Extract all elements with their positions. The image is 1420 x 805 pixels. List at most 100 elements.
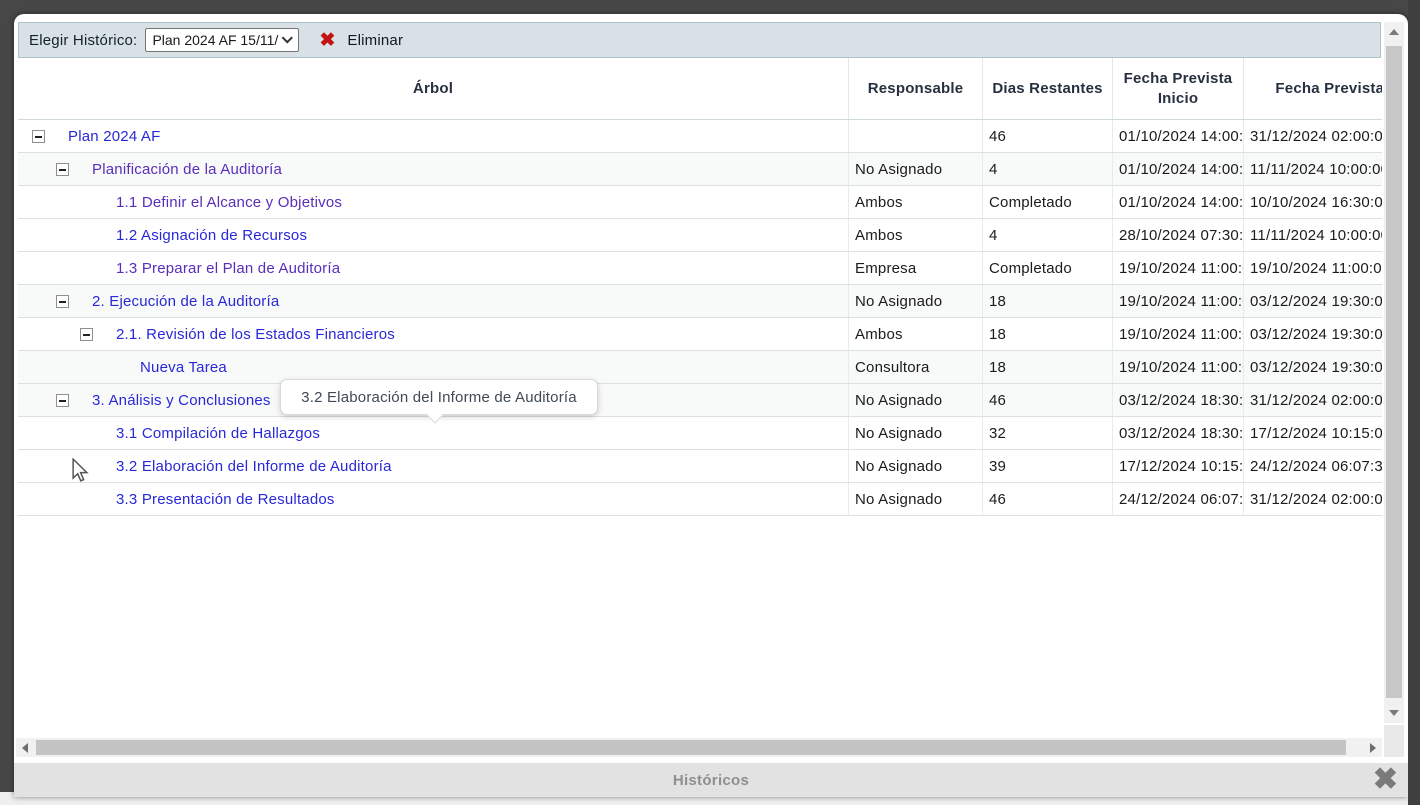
table-row: 1.3 Preparar el Plan de Auditoría Empresa… [18,252,1382,285]
fecha-inicio-cell: 19/10/2024 11:00:00 [1112,318,1243,350]
horizontal-scrollbar-thumb[interactable] [36,740,1346,755]
tooltip-text: 3.2 Elaboración del Informe de Auditoría [301,389,577,406]
tree-node-link[interactable]: Planificación de la Auditoría [92,161,282,178]
chevron-down-icon [282,32,293,43]
column-header-responsable: Responsable [848,58,982,119]
vertical-scrollbar-thumb[interactable] [1386,46,1402,698]
dialog-title: Históricos [673,772,749,789]
delete-x-icon[interactable]: ✖ [319,31,335,50]
table-row: 3.1 Compilación de Hallazgos No Asignado3… [18,417,1382,450]
historico-select[interactable]: Plan 2024 AF 15/11/ [145,28,299,52]
dias-restantes-cell: 46 [982,120,1112,152]
dias-restantes-cell: Completado [982,186,1112,218]
dias-restantes-cell: 18 [982,318,1112,350]
arrow-down-icon [1389,710,1399,716]
responsable-cell: Consultora [848,351,982,383]
fecha-inicio-cell: 19/10/2024 11:00:00 [1112,252,1243,284]
table-body: Plan 2024 AF4601/10/2024 14:00:0031/12/2… [18,120,1382,516]
scroll-up-button[interactable] [1384,22,1404,42]
tree-node-link[interactable]: 3. Análisis y Conclusiones [92,392,271,409]
tree-node-link[interactable]: 2.1. Revisión de los Estados Financieros [116,326,395,343]
table-row: 3.2 Elaboración del Informe de Auditoría… [18,450,1382,483]
tree-cell: 1.1 Definir el Alcance y Objetivos [18,186,848,218]
arrow-left-icon [22,743,28,753]
dias-restantes-cell: 4 [982,219,1112,251]
fecha-fin-cell: 03/12/2024 19:30:00 [1243,351,1382,383]
table-row: 1.2 Asignación de RecursosAmbos428/10/20… [18,219,1382,252]
dias-restantes-cell: 18 [982,285,1112,317]
fecha-inicio-cell: 03/12/2024 18:30:00 [1112,384,1243,416]
fecha-fin-cell: 03/12/2024 19:30:00 [1243,285,1382,317]
responsable-cell: No Asignado [848,285,982,317]
scroll-down-button[interactable] [1384,703,1404,723]
fecha-fin-cell: 10/10/2024 16:30:00 [1243,186,1382,218]
tree-cell: Plan 2024 AF [18,120,848,152]
responsable-cell: No Asignado [848,417,982,449]
responsable-cell: Empresa [848,252,982,284]
responsable-cell: No Asignado [848,450,982,482]
arrow-right-icon [1370,743,1376,753]
dias-restantes-cell: 32 [982,417,1112,449]
table-row: 2.1. Revisión de los Estados Financieros… [18,318,1382,351]
horizontal-scrollbar[interactable] [16,738,1382,757]
responsable-cell: No Asignado [848,153,982,185]
tree-node-link[interactable]: 3.3 Presentación de Resultados [116,491,335,508]
fecha-inicio-cell: 19/10/2024 11:00:00 [1112,285,1243,317]
fecha-inicio-cell: 01/10/2024 14:00:00 [1112,186,1243,218]
elegir-historico-label: Elegir Histórico: [29,32,137,49]
responsable-cell [848,120,982,152]
modal-backdrop: Elegir Histórico: Plan 2024 AF 15/11/ ✖ … [0,0,1420,805]
scrollbar-corner [1384,725,1404,757]
table-row: 1.1 Definir el Alcance y Objetivos AmbosC… [18,186,1382,219]
dias-restantes-cell: 4 [982,153,1112,185]
collapse-minus-icon[interactable] [56,394,69,407]
tree-node-link[interactable]: 1.2 Asignación de Recursos [116,227,307,244]
close-icon[interactable]: ✖ [1373,762,1398,797]
responsable-cell: Ambos [848,219,982,251]
table-row: 3.3 Presentación de ResultadosNo Asignad… [18,483,1382,516]
fecha-fin-cell: 31/12/2024 02:00:00 [1243,483,1382,515]
eliminar-button[interactable]: Eliminar [347,32,403,49]
tree-node-link[interactable]: 3.1 Compilación de Hallazgos [116,425,320,442]
scroll-left-button[interactable] [16,738,34,757]
table-row: Nueva Tarea Consultora1819/10/2024 11:00:… [18,351,1382,384]
tree-node-link[interactable]: 1.1 Definir el Alcance y Objetivos [116,194,342,211]
dias-restantes-cell: 18 [982,351,1112,383]
vertical-scrollbar[interactable] [1384,22,1404,723]
arrow-up-icon [1389,29,1399,35]
tree-cell: 3.2 Elaboración del Informe de Auditoría [18,450,848,482]
tree-node-link[interactable]: 3.2 Elaboración del Informe de Auditoría [116,458,392,475]
scroll-right-button[interactable] [1364,738,1382,757]
responsable-cell: Ambos [848,186,982,218]
fecha-inicio-cell: 17/12/2024 10:15:00 [1112,450,1243,482]
collapse-minus-icon[interactable] [56,163,69,176]
toolbar: Elegir Histórico: Plan 2024 AF 15/11/ ✖ … [18,22,1381,58]
tree-node-link[interactable]: 2. Ejecución de la Auditoría [92,293,279,310]
column-header-fecha-prevista-fin: Fecha Prevista Fin [1243,58,1382,119]
dias-restantes-cell: Completado [982,252,1112,284]
fecha-inicio-cell: 19/10/2024 11:00:00 [1112,351,1243,383]
tree-cell: 1.3 Preparar el Plan de Auditoría [18,252,848,284]
dias-restantes-cell: 46 [982,483,1112,515]
collapse-minus-icon[interactable] [56,295,69,308]
column-header-dias-restantes: Dias Restantes [982,58,1112,119]
tree-node-link[interactable]: Nueva Tarea [140,359,227,376]
fecha-fin-cell: 31/12/2024 02:00:00 [1243,384,1382,416]
tree-node-link[interactable]: 1.3 Preparar el Plan de Auditoría [116,260,340,277]
tree-cell: Planificación de la Auditoría [18,153,848,185]
dias-restantes-cell: 46 [982,384,1112,416]
fecha-inicio-cell: 24/12/2024 06:07:30 [1112,483,1243,515]
table-row: 2. Ejecución de la AuditoríaNo Asignado1… [18,285,1382,318]
tooltip: 3.2 Elaboración del Informe de Auditoría [280,379,598,415]
tree-node-link[interactable]: Plan 2024 AF [68,128,160,145]
backdrop-right-edge [1408,0,1420,805]
fecha-inicio-cell: 01/10/2024 14:00:00 [1112,153,1243,185]
fecha-fin-cell: 17/12/2024 10:15:00 [1243,417,1382,449]
collapse-minus-icon[interactable] [32,130,45,143]
fecha-fin-cell: 11/11/2024 10:00:00 [1243,219,1382,251]
fecha-fin-cell: 31/12/2024 02:00:00 [1243,120,1382,152]
table-row: Planificación de la Auditoría No Asignado… [18,153,1382,186]
column-header-arbol: Árbol [18,58,848,119]
tree-cell: 3.3 Presentación de Resultados [18,483,848,515]
collapse-minus-icon[interactable] [80,328,93,341]
